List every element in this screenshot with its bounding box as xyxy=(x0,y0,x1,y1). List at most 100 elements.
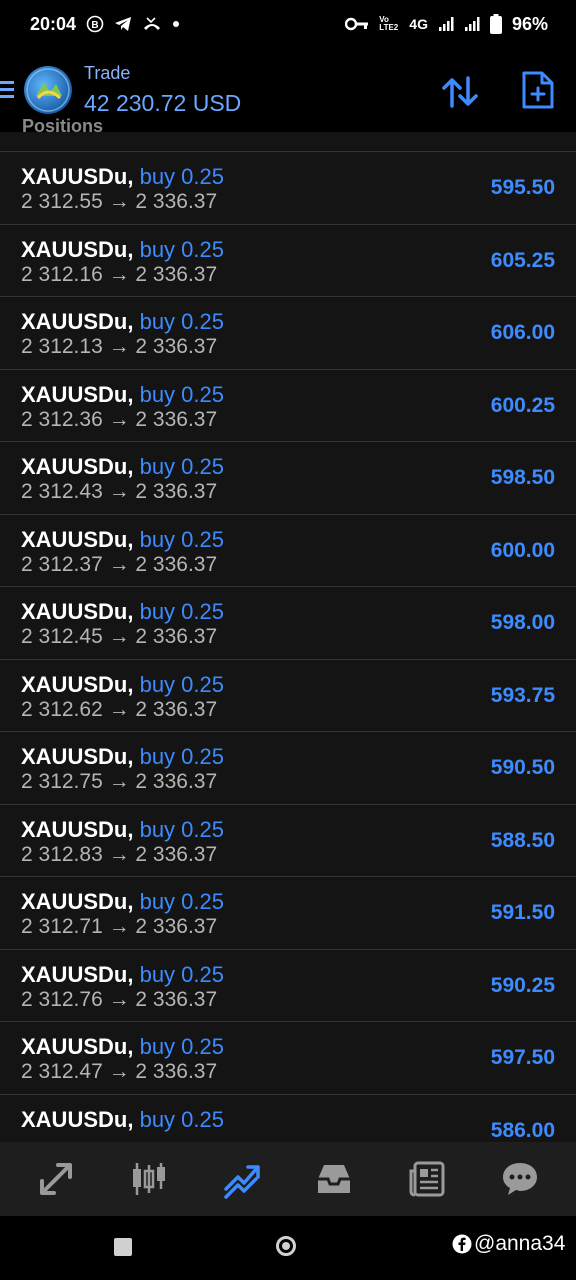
position-title: XAUUSDu, buy 0.25 xyxy=(21,164,224,190)
trade-line-icon xyxy=(223,1165,260,1199)
bottom-tab-bar xyxy=(0,1142,576,1216)
watermark: @anna34 xyxy=(452,1232,565,1256)
position-side-volume: buy 0.25 xyxy=(139,816,224,842)
position-row[interactable]: XAUUSDu, buy 0.25 2 312.75 → 2 336.37 590.… xyxy=(0,732,576,805)
position-title: XAUUSDu, buy 0.25 xyxy=(21,962,224,988)
position-symbol: XAUUSDu, xyxy=(21,1106,134,1132)
position-profit: 606.00 xyxy=(490,321,555,344)
position-side-volume: buy 0.25 xyxy=(139,671,224,697)
tab-chart[interactable] xyxy=(119,1149,179,1209)
position-profit: 598.50 xyxy=(490,466,555,489)
position-row[interactable]: XAUUSDu, buy 0.25 2 312.76 → 2 336.37 590.… xyxy=(0,950,576,1022)
position-symbol: XAUUSDu, xyxy=(21,744,134,769)
position-profit: 590.50 xyxy=(490,756,555,779)
position-row[interactable]: XAUUSDu, buy 0.25 2 312.36 → 2 336.37 600.… xyxy=(0,370,576,442)
battery-percent: 96% xyxy=(511,13,548,34)
missed-call-icon xyxy=(142,16,162,32)
status-time: 20:04 xyxy=(30,13,77,34)
position-prices: 2 312.43 → 2 336.37 xyxy=(21,480,218,503)
position-prices: 2 312.76 → 2 336.37 xyxy=(21,987,218,1011)
telegram-icon xyxy=(114,16,132,32)
svg-text:B: B xyxy=(91,20,98,31)
menu-icon[interactable] xyxy=(0,78,16,102)
position-side-volume: buy 0.25 xyxy=(139,526,224,552)
position-prices: 2 312.47 → 2 336.37 xyxy=(21,1060,218,1083)
signal-strength-2-icon xyxy=(464,16,480,32)
position-row[interactable]: XAUUSDu, buy 0.25 2 312.45 → 2 336.37 598.… xyxy=(0,587,576,660)
position-prices: 2 312.45 → 2 336.37 xyxy=(21,625,218,648)
position-title: XAUUSDu, buy 0.25 xyxy=(21,599,224,625)
tab-trade[interactable] xyxy=(212,1149,272,1209)
position-title: XAUUSDu, buy 0.25 xyxy=(21,382,224,408)
position-prices: 2 312.62 → 2 336.37 xyxy=(21,697,218,721)
position-symbol: XAUUSDu, xyxy=(21,599,134,624)
position-symbol: XAUUSDu, xyxy=(21,526,134,552)
facebook-icon xyxy=(452,1234,472,1254)
position-prices: 2 312.55 → 2 336.37 xyxy=(21,190,218,213)
network-type: 4G xyxy=(409,16,428,32)
position-profit: 597.50 xyxy=(490,1046,555,1069)
tab-news[interactable] xyxy=(397,1149,457,1209)
position-side-volume: buy 0.25 xyxy=(139,309,224,334)
position-profit: 590.25 xyxy=(490,973,555,997)
position-title: XAUUSDu, buy 0.25 xyxy=(21,454,224,480)
position-row[interactable]: XAUUSDu, buy 0.25 2 312.16 → 2 336.37 605.… xyxy=(0,225,576,297)
position-row[interactable]: XAUUSDu, buy 0.25 2 312.47 → 2 336.37 597.… xyxy=(0,1022,576,1095)
position-row[interactable]: XAUUSDu, buy 0.25 2 312.37 → 2 336.37 600.… xyxy=(0,515,576,587)
position-row[interactable]: XAUUSDu, buy 0.25 2 312.62 → 2 336.37 593.… xyxy=(0,660,576,732)
sort-arrows-icon xyxy=(442,76,478,108)
position-title: XAUUSDu, buy 0.25 xyxy=(21,527,224,553)
position-symbol: XAUUSDu, xyxy=(21,671,134,697)
recents-button[interactable] xyxy=(114,1238,132,1256)
position-profit: 595.50 xyxy=(490,176,555,199)
position-profit: 588.50 xyxy=(490,828,555,852)
positions-list[interactable]: XAUUSDu, buy 0.25 2 312.55 → 2 336.37 595.… xyxy=(0,152,576,1142)
position-side-volume: buy 0.25 xyxy=(139,454,224,479)
tab-messages[interactable] xyxy=(490,1149,550,1209)
position-symbol: XAUUSDu, xyxy=(21,236,134,262)
signal-strength-icon xyxy=(438,16,454,32)
tab-quotes[interactable] xyxy=(26,1149,86,1209)
position-title: XAUUSDu, buy 0.25 xyxy=(21,309,224,335)
position-prices: 2 312.75 → 2 336.37 xyxy=(21,770,218,793)
position-row[interactable]: XAUUSDu, buy 0.25 586.00 xyxy=(0,1095,576,1143)
position-prices: 2 312.36 → 2 336.37 xyxy=(21,407,218,431)
account-balance: 42 230.72 USD xyxy=(84,90,242,116)
metatrader-logo-icon[interactable] xyxy=(24,66,72,114)
quotes-arrows-icon xyxy=(40,1163,73,1195)
tab-history[interactable] xyxy=(304,1149,364,1209)
position-row[interactable]: XAUUSDu, buy 0.25 2 312.43 → 2 336.37 598.… xyxy=(0,442,576,515)
position-side-volume: buy 0.25 xyxy=(139,744,224,769)
chat-bubble-icon xyxy=(502,1163,537,1195)
position-profit: 600.25 xyxy=(490,393,555,417)
position-side-volume: buy 0.25 xyxy=(139,1106,224,1132)
candlestick-chart-icon xyxy=(132,1163,165,1195)
position-row[interactable]: XAUUSDu, buy 0.25 2 312.83 → 2 336.37 588.… xyxy=(0,805,576,877)
position-prices: 2 312.83 → 2 336.37 xyxy=(21,842,218,866)
sort-button[interactable] xyxy=(440,72,480,112)
newspaper-icon xyxy=(409,1161,445,1197)
position-row[interactable]: XAUUSDu, buy 0.25 2 312.55 → 2 336.37 595.… xyxy=(0,152,576,225)
position-side-volume: buy 0.25 xyxy=(139,961,224,987)
position-profit: 598.00 xyxy=(490,611,555,634)
position-row[interactable]: XAUUSDu, buy 0.25 2 312.71 → 2 336.37 591.… xyxy=(0,877,576,950)
position-title: XAUUSDu, buy 0.25 xyxy=(21,889,224,915)
home-dot-icon xyxy=(282,1242,290,1250)
position-profit: 600.00 xyxy=(490,538,555,562)
position-title: XAUUSDu, buy 0.25 xyxy=(21,1034,224,1060)
position-symbol: XAUUSDu, xyxy=(21,164,134,189)
vpn-key-icon xyxy=(345,17,369,31)
system-nav-bar: @anna34 xyxy=(0,1216,576,1280)
position-side-volume: buy 0.25 xyxy=(139,889,224,914)
new-order-button[interactable] xyxy=(520,70,556,110)
position-row[interactable]: XAUUSDu, buy 0.25 2 312.13 → 2 336.37 606.… xyxy=(0,297,576,370)
notification-dot-icon xyxy=(172,20,180,28)
position-title: XAUUSDu, buy 0.25 xyxy=(21,672,224,698)
position-prices: 2 312.37 → 2 336.37 xyxy=(21,552,218,576)
position-symbol: XAUUSDu, xyxy=(21,816,134,842)
position-profit: 593.75 xyxy=(490,683,555,707)
battery-icon xyxy=(489,14,502,34)
position-side-volume: buy 0.25 xyxy=(139,164,224,189)
position-prices: 2 312.71 → 2 336.37 xyxy=(21,915,218,938)
position-symbol: XAUUSDu, xyxy=(21,381,134,407)
